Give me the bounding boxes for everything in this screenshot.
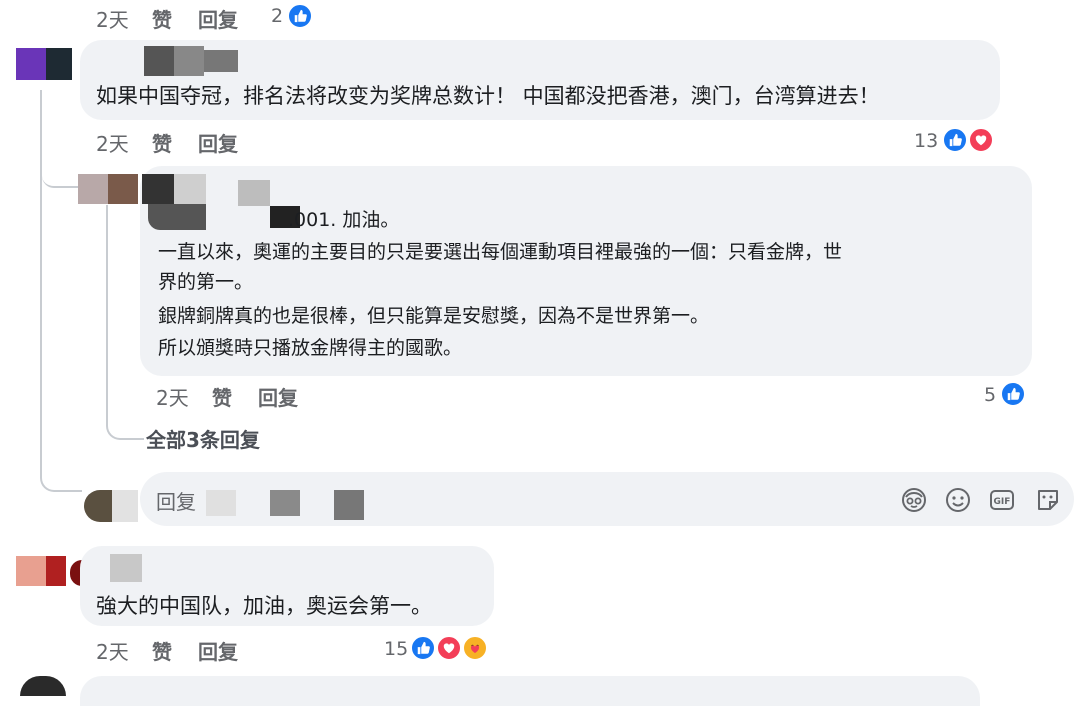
emoji-icon[interactable] (944, 486, 972, 514)
gif-icon[interactable]: GIF (988, 486, 1016, 514)
reply-text-line: 銀牌銅牌真的也是很棒，但只能算是安慰獎，因為不是世界第一。 (158, 305, 710, 327)
redacted-block (206, 490, 236, 516)
comment-text: 強大的中国队，加油，奥运会第一。 (96, 594, 432, 618)
reaction-count[interactable]: 13 (914, 130, 938, 152)
timestamp: 2天 (96, 8, 129, 32)
like-icon (942, 127, 968, 153)
reply-text-line: 界的第一。 (158, 271, 254, 293)
reply-input-placeholder: 回复 (156, 490, 196, 514)
thread-connector (42, 174, 82, 188)
reaction-count[interactable]: 15 (384, 638, 408, 660)
thread-connector (106, 205, 144, 440)
timestamp: 2天 (156, 386, 189, 410)
author-name-redacted[interactable] (142, 174, 272, 232)
redacted-block (270, 490, 300, 516)
stickers-icon[interactable] (1034, 486, 1062, 514)
avatar-icon[interactable] (900, 486, 928, 514)
avatar[interactable] (20, 676, 66, 696)
like-button[interactable]: 赞 (212, 382, 232, 411)
author-name-redacted[interactable] (144, 46, 238, 76)
reply-text-line: 所以頒獎時只播放金牌得主的國歌。 (158, 337, 463, 359)
view-all-replies-link[interactable]: 全部3条回复 (146, 424, 260, 453)
like-button[interactable]: 赞 (152, 4, 172, 33)
like-button[interactable]: 赞 (152, 128, 172, 157)
love-icon (968, 127, 994, 153)
reply-button[interactable]: 回复 (198, 4, 238, 33)
redacted-block (334, 490, 364, 520)
like-icon (287, 3, 313, 29)
reply-text-tail: .001. 加油。 (288, 209, 400, 231)
author-name-redacted[interactable] (110, 554, 142, 582)
like-button[interactable]: 赞 (152, 636, 172, 665)
avatar[interactable] (16, 48, 72, 80)
care-icon (462, 635, 488, 661)
like-icon (410, 635, 436, 661)
like-icon (1000, 381, 1026, 407)
avatar[interactable] (78, 174, 138, 204)
reaction-count[interactable]: 2 (271, 5, 283, 27)
love-icon (436, 635, 462, 661)
reply-button[interactable]: 回复 (198, 128, 238, 157)
avatar[interactable] (16, 556, 94, 586)
comment-text: 如果中国夺冠，排名法将改变为奖牌总数计！ 中国都没把香港，澳门，台湾算进去！ (96, 84, 880, 108)
reply-button[interactable]: 回复 (198, 636, 238, 665)
reaction-count[interactable]: 5 (984, 384, 996, 406)
comment-bubble (80, 676, 980, 706)
avatar (84, 490, 138, 522)
reply-text-line: 一直以來，奧運的主要目的只是要選出每個運動項目裡最強的一個：只看金牌，世 (158, 241, 843, 263)
timestamp: 2天 (96, 640, 129, 664)
reply-button[interactable]: 回复 (258, 382, 298, 411)
svg-text:GIF: GIF (994, 497, 1011, 507)
timestamp: 2天 (96, 132, 129, 156)
